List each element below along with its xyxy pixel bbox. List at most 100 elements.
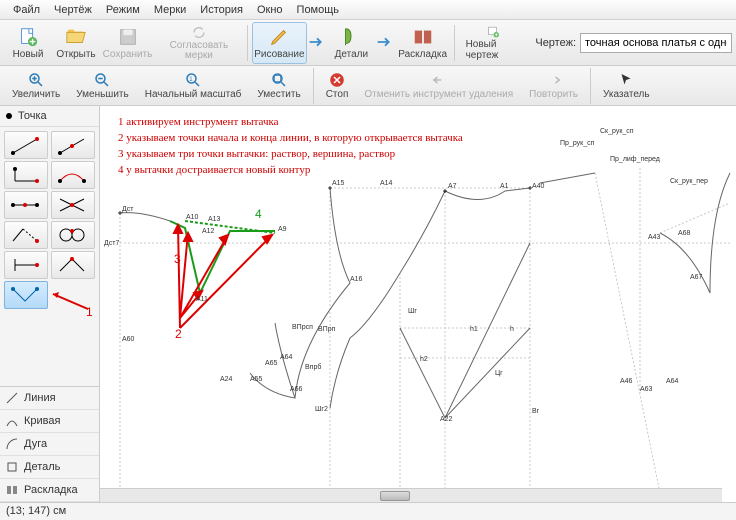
undo-button[interactable]: Отменить инструмент удаления (356, 68, 521, 104)
mode-detail[interactable]: Деталь (0, 456, 99, 479)
drawing-name-input[interactable] (580, 33, 732, 53)
svg-text:А46: А46 (620, 378, 633, 385)
arrow-icon-1 (307, 22, 327, 64)
view-toolbar: Увеличить Уменьшить 1 Начальный масштаб … (0, 66, 736, 106)
menu-drawing[interactable]: Чертёж (47, 2, 99, 18)
mode-line[interactable]: Линия (0, 387, 99, 410)
stop-icon (328, 71, 346, 89)
svg-text:А9: А9 (278, 226, 287, 233)
new-button[interactable]: Новый (4, 22, 52, 64)
svg-text:4: 4 (255, 207, 262, 221)
menu-history[interactable]: История (193, 2, 250, 18)
svg-text:А66: А66 (290, 386, 303, 393)
menu-file[interactable]: Файл (6, 2, 47, 18)
zoom-in-icon (27, 71, 45, 89)
svg-text:А7: А7 (448, 183, 457, 190)
zoom-out-icon (93, 71, 111, 89)
open-button[interactable]: Открыть (52, 22, 100, 64)
tool-7[interactable] (4, 221, 48, 249)
menu-bar: Файл Чертёж Режим Мерки История Окно Пом… (0, 0, 736, 20)
callout-1: 1 (86, 305, 93, 319)
stop-button[interactable]: Стоп (318, 68, 357, 104)
mode-arc[interactable]: Дуга (0, 433, 99, 456)
save-icon (117, 26, 139, 48)
svg-text:А10: А10 (186, 214, 199, 221)
save-button[interactable]: Сохранить (100, 22, 155, 64)
menu-measures[interactable]: Мерки (147, 2, 193, 18)
svg-text:Шг2: Шг2 (315, 406, 328, 413)
tool-3[interactable] (4, 161, 48, 189)
draw-mode-button[interactable]: Рисование (252, 22, 308, 64)
curve-icon (6, 415, 18, 427)
new-drawing-icon (482, 25, 504, 38)
redo-icon (545, 71, 563, 89)
svg-text:А65: А65 (265, 360, 278, 367)
tool-dart[interactable] (4, 281, 48, 309)
svg-text:1: 1 (189, 77, 193, 83)
tool-category-head[interactable]: Точка (0, 106, 99, 127)
zoom-default-icon: 1 (184, 71, 202, 89)
drawing-label: Чертеж: (535, 37, 576, 49)
svg-text:ВПрп: ВПрп (318, 326, 336, 333)
tool-9[interactable] (4, 251, 48, 279)
svg-text:Цг: Цг (495, 370, 503, 377)
svg-text:А64: А64 (280, 354, 293, 361)
svg-text:А24: А24 (220, 376, 233, 383)
svg-text:2: 2 (175, 327, 182, 341)
pencil-icon (268, 26, 290, 48)
svg-text:А43: А43 (648, 234, 661, 241)
horizontal-scrollbar[interactable] (100, 488, 722, 502)
new-drawing-button[interactable]: Новый чертеж (459, 22, 528, 64)
tool-10[interactable] (51, 251, 95, 279)
svg-text:Впрб: Впрб (305, 363, 321, 371)
svg-text:А22: А22 (440, 416, 453, 423)
svg-text:А67: А67 (690, 274, 703, 281)
svg-text:h2: h2 (420, 356, 428, 363)
svg-text:Вг: Вг (532, 408, 540, 415)
tool-4[interactable] (51, 161, 95, 189)
line-icon (6, 392, 18, 404)
drawing-canvas[interactable]: 1 активируем инструмент вытачка 2 указыв… (100, 106, 736, 502)
zoom-in-button[interactable]: Увеличить (4, 68, 68, 104)
pointer-button[interactable]: Указатель (595, 68, 658, 104)
svg-text:Ск_рук_пер: Ск_рук_пер (670, 178, 708, 185)
zoom-default-button[interactable]: 1 Начальный масштаб (137, 68, 250, 104)
arc-icon (6, 438, 18, 450)
tool-1[interactable] (4, 131, 48, 159)
tool-panel: Точка 1 Линия Кривая Дуга Деталь Расклад… (0, 106, 100, 502)
status-bar: (13; 147) см (0, 502, 736, 520)
mode-curve[interactable]: Кривая (0, 410, 99, 433)
svg-text:А11: А11 (196, 296, 208, 303)
svg-text:А1: А1 (500, 183, 509, 190)
svg-text:ВПрсп: ВПрсп (292, 324, 313, 331)
zoom-out-button[interactable]: Уменьшить (68, 68, 136, 104)
tool-6[interactable] (51, 191, 95, 219)
mode-layout[interactable]: Раскладка (0, 479, 99, 502)
redo-button[interactable]: Повторить (521, 68, 586, 104)
menu-help[interactable]: Помощь (290, 2, 347, 18)
tool-8[interactable] (51, 221, 95, 249)
svg-text:А60: А60 (122, 336, 135, 343)
pointer-icon (617, 71, 635, 89)
main-toolbar: Новый Открыть Сохранить Согласовать мерк… (0, 20, 736, 66)
arrow-icon-2 (375, 22, 395, 64)
svg-text:А64: А64 (666, 378, 679, 385)
tool-2[interactable] (51, 131, 95, 159)
svg-text:Ск_рук_сп: Ск_рук_сп (600, 128, 634, 135)
menu-window[interactable]: Окно (250, 2, 290, 18)
svg-text:Пр_лиф_перед: Пр_лиф_перед (610, 156, 660, 163)
instructions-overlay: 1 активируем инструмент вытачка 2 указыв… (118, 114, 463, 178)
sync-measures-button[interactable]: Согласовать мерки (155, 22, 243, 64)
menu-mode[interactable]: Режим (99, 2, 147, 18)
svg-text:3: 3 (174, 252, 181, 266)
details-icon (340, 26, 362, 48)
undo-icon (430, 71, 448, 89)
sync-icon (188, 25, 210, 40)
point-icon (6, 113, 12, 119)
details-button[interactable]: Детали (327, 22, 375, 64)
svg-text:h: h (510, 326, 514, 333)
folder-open-icon (65, 26, 87, 48)
tool-5[interactable] (4, 191, 48, 219)
zoom-fit-button[interactable]: Уместить (249, 68, 308, 104)
layout-button[interactable]: Раскладка (395, 22, 449, 64)
